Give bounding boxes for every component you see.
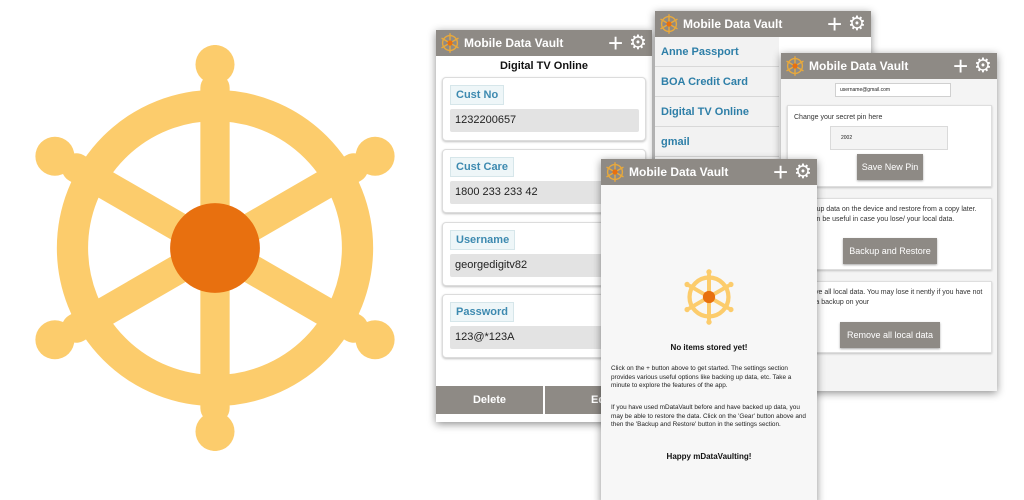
plus-icon[interactable]: + [827,11,842,37]
field-label: Username [450,230,516,250]
app-title: Mobile Data Vault [464,36,564,50]
gear-icon[interactable]: ⚙ [974,55,992,77]
app-logo-icon [606,162,624,182]
plus-icon[interactable]: + [953,53,968,79]
ship-wheel-logo-icon [10,28,420,468]
field-card-cust-no: Cust No 1232200657 [442,77,646,141]
screenshot-stage: Mobile Data Vault + ⚙ Digital TV Online … [0,0,1024,500]
app-bar: Mobile Data Vault + ⚙ [436,30,652,56]
field-value[interactable]: 1232200657 [450,109,639,132]
list-item[interactable]: Digital TV Online [655,97,779,127]
app-logo-icon [441,33,459,53]
pin-prompt: Change your secret pin here [794,114,883,121]
closing-message: Happy mDataVaulting! [666,452,752,461]
list-item[interactable]: gmail [655,127,779,157]
help-paragraph: If you have used mDataVault before and h… [611,404,806,429]
field-label: Cust Care [450,157,514,177]
pin-card: Change your secret pin here 2002 Save Ne… [787,105,992,187]
remove-card: ll remove all local data. You may lose i… [787,281,992,353]
app-bar: Mobile Data Vault + ⚙ [781,53,997,79]
field-label: Cust No [450,85,505,105]
list-item[interactable]: Anne Passport [655,37,779,67]
remove-data-button[interactable]: Remove all local data [840,322,940,348]
pin-input[interactable]: 2002 [830,126,948,150]
plus-icon[interactable]: + [773,159,788,185]
app-logo-icon [660,14,678,34]
empty-state-screen: Mobile Data Vault + ⚙ No items stored ye… [601,159,817,500]
app-title: Mobile Data Vault [809,59,909,73]
app-bar: Mobile Data Vault + ⚙ [601,159,817,185]
plus-icon[interactable]: + [608,30,623,56]
list-item[interactable]: BOA Credit Card [655,67,779,97]
gear-icon[interactable]: ⚙ [629,32,647,54]
backup-restore-button[interactable]: Backup and Restore [843,238,937,264]
save-pin-button[interactable]: Save New Pin [857,154,923,180]
empty-title: No items stored yet! [670,343,748,352]
app-title: Mobile Data Vault [629,165,729,179]
backup-card: n back up data on the device and restore… [787,198,992,270]
gear-icon[interactable]: ⚙ [794,161,812,183]
app-logo-icon [786,56,804,76]
delete-button[interactable]: Delete [436,386,543,414]
help-paragraph: Click on the + button above to get start… [611,365,792,390]
ship-wheel-icon [681,267,737,327]
entry-list: Anne Passport BOA Credit Card Digital TV… [655,37,779,157]
username-field: username@gmail.com [835,83,951,97]
backup-description: n back up data on the device and restore… [794,206,977,223]
app-bar: Mobile Data Vault + ⚙ [655,11,871,37]
remove-description: ll remove all local data. You may lose i… [794,289,983,306]
entry-title: Digital TV Online [499,60,588,72]
app-title: Mobile Data Vault [683,17,783,31]
gear-icon[interactable]: ⚙ [848,13,866,35]
field-label: Password [450,302,514,322]
